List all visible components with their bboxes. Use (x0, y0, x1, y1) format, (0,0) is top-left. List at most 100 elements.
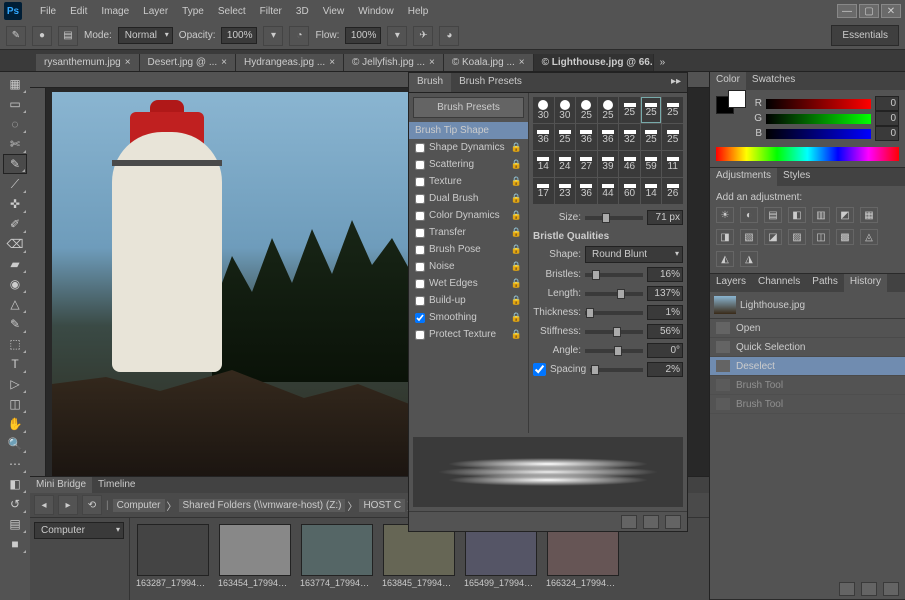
tool-0[interactable]: ▦ (3, 74, 27, 94)
history-state[interactable]: Deselect (710, 357, 905, 376)
adjustment-icon[interactable]: ☀ (716, 207, 734, 223)
close-icon[interactable]: × (329, 57, 335, 68)
new-brush-icon[interactable] (643, 515, 659, 529)
mb-forward-icon[interactable]: ▸ (58, 495, 78, 515)
adjustment-icon[interactable]: ▤ (764, 207, 782, 223)
pressure-opacity-icon[interactable]: ◔ (289, 26, 309, 46)
tab-brush[interactable]: Brush (409, 73, 451, 92)
brush-tip[interactable]: 27 (576, 151, 597, 177)
brush-tip[interactable]: 24 (555, 151, 576, 177)
menu-file[interactable]: File (34, 3, 62, 20)
new-snapshot-icon[interactable] (861, 582, 877, 596)
document-tab[interactable]: Hydrangeas.jpg ...× (236, 54, 344, 71)
adjustment-icon[interactable]: ◧ (788, 207, 806, 223)
tool-2[interactable]: ◌ (3, 114, 27, 134)
quality-slider[interactable] (585, 349, 643, 353)
brush-tip[interactable]: 30 (555, 97, 576, 123)
menu-help[interactable]: Help (402, 3, 435, 20)
menu-filter[interactable]: Filter (254, 3, 288, 20)
breadcrumb[interactable]: HOST C (359, 499, 405, 512)
brush-tip[interactable]: 25 (576, 97, 597, 123)
brush-section-smoothing[interactable]: Smoothing🔒 (409, 309, 528, 326)
brush-section-brush-pose[interactable]: Brush Pose🔒 (409, 241, 528, 258)
brush-panel-toggle-icon[interactable]: ▤ (58, 26, 78, 46)
color-spectrum[interactable] (716, 147, 899, 161)
tab-styles[interactable]: Styles (777, 168, 816, 186)
adjustment-icon[interactable]: ▨ (788, 229, 806, 245)
size-value[interactable]: 71 px (647, 210, 683, 225)
brush-tip[interactable]: 23 (555, 178, 576, 204)
brush-preview-icon[interactable]: ● (32, 26, 52, 46)
tool-9[interactable]: ▰ (3, 254, 27, 274)
menu-3d[interactable]: 3D (290, 3, 315, 20)
bridge-thumbnail[interactable]: 163454_179948718... (218, 524, 292, 594)
tab-mini-bridge[interactable]: Mini Bridge (30, 477, 92, 493)
tool-8[interactable]: ⌫ (3, 234, 27, 254)
brush-section-noise[interactable]: Noise🔒 (409, 258, 528, 275)
adjustment-icon[interactable]: ◬ (860, 229, 878, 245)
opacity-dropdown-icon[interactable]: ▾ (263, 26, 283, 46)
quality-slider[interactable] (585, 311, 643, 315)
brush-section-shape-dynamics[interactable]: Shape Dynamics🔒 (409, 139, 528, 156)
tool-13[interactable]: ⬚ (3, 334, 27, 354)
tab-swatches[interactable]: Swatches (746, 72, 801, 90)
toggle-preview-icon[interactable] (621, 515, 637, 529)
adjustment-icon[interactable]: ◨ (716, 229, 734, 245)
quality-value[interactable]: 56% (647, 324, 683, 339)
brush-tip[interactable]: 44 (598, 178, 619, 204)
mb-boomerang-icon[interactable]: ⟲ (82, 495, 102, 515)
bridge-thumbnail[interactable]: 163287_179948472... (136, 524, 210, 594)
maximize-button[interactable]: ▢ (859, 4, 879, 18)
brush-tip[interactable]: 25 (662, 97, 683, 123)
shape-dropdown[interactable]: Round Blunt (585, 246, 683, 263)
brush-section-scattering[interactable]: Scattering🔒 (409, 156, 528, 173)
brush-tip[interactable]: 14 (641, 178, 662, 204)
tool-4[interactable]: ✎ (3, 154, 27, 174)
tool-21[interactable]: ↺ (3, 494, 27, 514)
tool-5[interactable]: ⟋ (3, 174, 27, 194)
tool-11[interactable]: △ (3, 294, 27, 314)
brush-tip[interactable]: 60 (619, 178, 640, 204)
minimize-button[interactable]: — (837, 4, 857, 18)
brush-section-texture[interactable]: Texture🔒 (409, 173, 528, 190)
quality-slider[interactable] (585, 292, 643, 296)
history-snapshot[interactable]: Lighthouse.jpg (710, 292, 905, 319)
close-button[interactable]: ✕ (881, 4, 901, 18)
tool-preset-icon[interactable]: ✎ (6, 26, 26, 46)
brush-tip[interactable]: 36 (576, 124, 597, 150)
brush-tip[interactable]: 25 (662, 124, 683, 150)
quality-slider[interactable] (585, 330, 643, 334)
brush-tip[interactable]: 36 (576, 178, 597, 204)
brush-tip[interactable]: 25 (555, 124, 576, 150)
flow-value[interactable]: 100% (345, 27, 381, 44)
opacity-value[interactable]: 100% (221, 27, 257, 44)
bridge-thumbnail[interactable]: 165499_179948079... (464, 524, 538, 594)
panel-menu-icon[interactable]: ▸▸ (665, 73, 687, 92)
brush-tip[interactable]: 17 (533, 178, 554, 204)
tool-17[interactable]: ✋ (3, 414, 27, 434)
brush-tip[interactable]: 26 (662, 178, 683, 204)
adjustment-icon[interactable]: ▥ (812, 207, 830, 223)
history-state[interactable]: Brush Tool (710, 376, 905, 395)
tool-1[interactable]: ▭ (3, 94, 27, 114)
trash-icon[interactable] (665, 515, 681, 529)
color-value-G[interactable]: 0 (875, 111, 899, 126)
close-icon[interactable]: × (429, 57, 435, 68)
bridge-thumbnail[interactable]: 163845_179948688... (382, 524, 456, 594)
adjustment-icon[interactable]: ▦ (860, 207, 878, 223)
close-icon[interactable]: × (125, 57, 131, 68)
document-canvas[interactable] (52, 92, 412, 482)
adjustment-icon[interactable]: ◭ (716, 251, 734, 267)
tool-16[interactable]: ◫ (3, 394, 27, 414)
more-tabs-icon[interactable]: » (654, 54, 672, 71)
quality-value[interactable]: 1% (647, 305, 683, 320)
brush-section-color-dynamics[interactable]: Color Dynamics🔒 (409, 207, 528, 224)
tab-brush-presets[interactable]: Brush Presets (451, 73, 530, 92)
history-state[interactable]: Brush Tool (710, 395, 905, 414)
brush-tip[interactable]: 25 (598, 97, 619, 123)
tool-20[interactable]: ◧ (3, 474, 27, 494)
brush-section-brush-tip-shape[interactable]: Brush Tip Shape (409, 122, 528, 139)
color-slider-R[interactable] (766, 99, 871, 109)
brush-tip[interactable]: 25 (641, 97, 662, 123)
menu-edit[interactable]: Edit (64, 3, 93, 20)
